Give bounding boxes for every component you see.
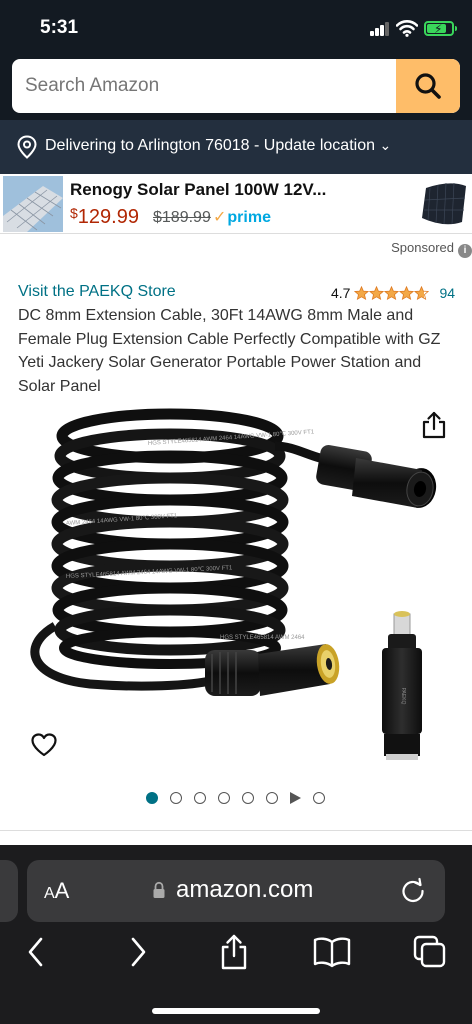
chevron-right-icon bbox=[131, 937, 146, 967]
heart-icon[interactable] bbox=[30, 732, 58, 758]
aa-large: A bbox=[54, 878, 70, 903]
lock-icon bbox=[153, 881, 165, 898]
wifi-icon bbox=[396, 20, 418, 37]
star-icon bbox=[399, 285, 415, 300]
adapter-print: PAEKQ bbox=[400, 688, 406, 705]
solar-panel-thumbnail bbox=[3, 176, 63, 232]
ad-list-price: $189.99 bbox=[153, 209, 211, 226]
carousel-dot[interactable] bbox=[170, 792, 182, 804]
ad-title: Renogy Solar Panel 100W 12V... bbox=[70, 180, 327, 199]
star-icon bbox=[384, 285, 400, 300]
search-button[interactable] bbox=[396, 59, 460, 113]
carousel-dot[interactable] bbox=[146, 792, 158, 804]
battery-icon: ⚡ bbox=[424, 21, 457, 36]
rating-value: 4.7 bbox=[331, 285, 351, 301]
star-icon bbox=[414, 285, 430, 300]
tabs-button[interactable] bbox=[410, 930, 450, 974]
rating-count: 94 bbox=[439, 285, 456, 301]
charging-bolt-icon: ⚡ bbox=[434, 22, 443, 36]
star-icon bbox=[369, 285, 385, 300]
location-pin-icon bbox=[17, 135, 37, 159]
browser-toolbar bbox=[0, 930, 472, 980]
location-text: Delivering to Arlington 76018 - Update l… bbox=[45, 137, 391, 155]
previous-tab-peek[interactable] bbox=[0, 860, 18, 922]
share-button[interactable] bbox=[214, 930, 254, 974]
home-indicator bbox=[152, 1008, 320, 1014]
cellular-signal-icon bbox=[370, 22, 390, 36]
search-box bbox=[12, 59, 460, 113]
visit-store-link[interactable]: Visit the PAEKQ Store bbox=[18, 283, 176, 301]
carousel-video-indicator[interactable] bbox=[290, 792, 301, 804]
url-text: amazon.com bbox=[176, 876, 314, 903]
delivery-location-bar[interactable]: Delivering to Arlington 76018 - Update l… bbox=[0, 120, 472, 174]
ad-price-value: 129.99 bbox=[77, 206, 139, 228]
chevron-left-icon bbox=[28, 937, 43, 967]
flexible-solar-panel-image bbox=[422, 182, 466, 225]
tabs-icon bbox=[413, 935, 446, 968]
search-header bbox=[0, 56, 472, 120]
bookmarks-button[interactable] bbox=[312, 930, 352, 974]
page-settings-button[interactable]: AA bbox=[44, 878, 69, 904]
prime-label: prime bbox=[227, 209, 271, 226]
product-title: DC 8mm Extension Cable, 30Ft 14AWG 8mm M… bbox=[18, 307, 441, 395]
location-label: Delivering to Arlington 76018 - Update l… bbox=[45, 137, 375, 154]
carousel-dot[interactable] bbox=[313, 792, 325, 804]
search-input[interactable] bbox=[12, 59, 396, 113]
sponsored-ad-banner[interactable]: Renogy Solar Panel 100W 12V... $129.99 $… bbox=[0, 174, 472, 234]
book-icon bbox=[313, 937, 351, 968]
search-icon bbox=[415, 73, 441, 99]
status-bar: 5:31 ⚡ bbox=[0, 0, 472, 56]
carousel-dot[interactable] bbox=[218, 792, 230, 804]
ad-price: $129.99 bbox=[70, 205, 139, 229]
section-divider bbox=[0, 830, 472, 831]
carousel-dot[interactable] bbox=[266, 792, 278, 804]
chevron-down-icon: ⌄ bbox=[379, 137, 392, 153]
ad-price-symbol: $ bbox=[70, 205, 78, 221]
image-carousel-indicators bbox=[146, 792, 337, 804]
back-button[interactable] bbox=[16, 930, 56, 974]
product-rating[interactable]: 4.7 94 bbox=[331, 285, 455, 301]
cable-print: HGS STYLE465814 AWM 2464 bbox=[220, 635, 305, 641]
forward-button[interactable] bbox=[118, 930, 158, 974]
info-icon: i bbox=[458, 244, 472, 258]
female-connector bbox=[274, 441, 437, 508]
prime-check-icon: ✓ bbox=[213, 209, 227, 226]
carousel-dot[interactable] bbox=[242, 792, 254, 804]
reload-icon[interactable] bbox=[399, 876, 427, 904]
share-icon bbox=[221, 934, 247, 970]
star-rating bbox=[354, 285, 430, 301]
address-bar[interactable]: AA amazon.com bbox=[27, 860, 445, 922]
adapter-plug: PAEKQ bbox=[382, 611, 422, 760]
carousel-dot[interactable] bbox=[194, 792, 206, 804]
aa-small: A bbox=[44, 885, 55, 902]
status-time: 5:31 bbox=[40, 17, 79, 38]
sponsored-text: Sponsored bbox=[391, 240, 454, 255]
share-icon[interactable] bbox=[420, 410, 448, 440]
browser-bottom-bar: AA amazon.com bbox=[0, 845, 472, 1024]
star-icon bbox=[354, 285, 370, 300]
sponsored-label[interactable]: Sponsored i bbox=[391, 240, 472, 258]
product-image[interactable]: HGS STYLE465814 AWM 2464 14AWG VW-1 80℃ … bbox=[30, 396, 450, 776]
prime-badge: ✓prime bbox=[213, 207, 271, 227]
screen: 5:31 ⚡ Search Amazon Delivering to Arlin… bbox=[0, 0, 472, 1024]
cable-coil bbox=[51, 408, 289, 669]
